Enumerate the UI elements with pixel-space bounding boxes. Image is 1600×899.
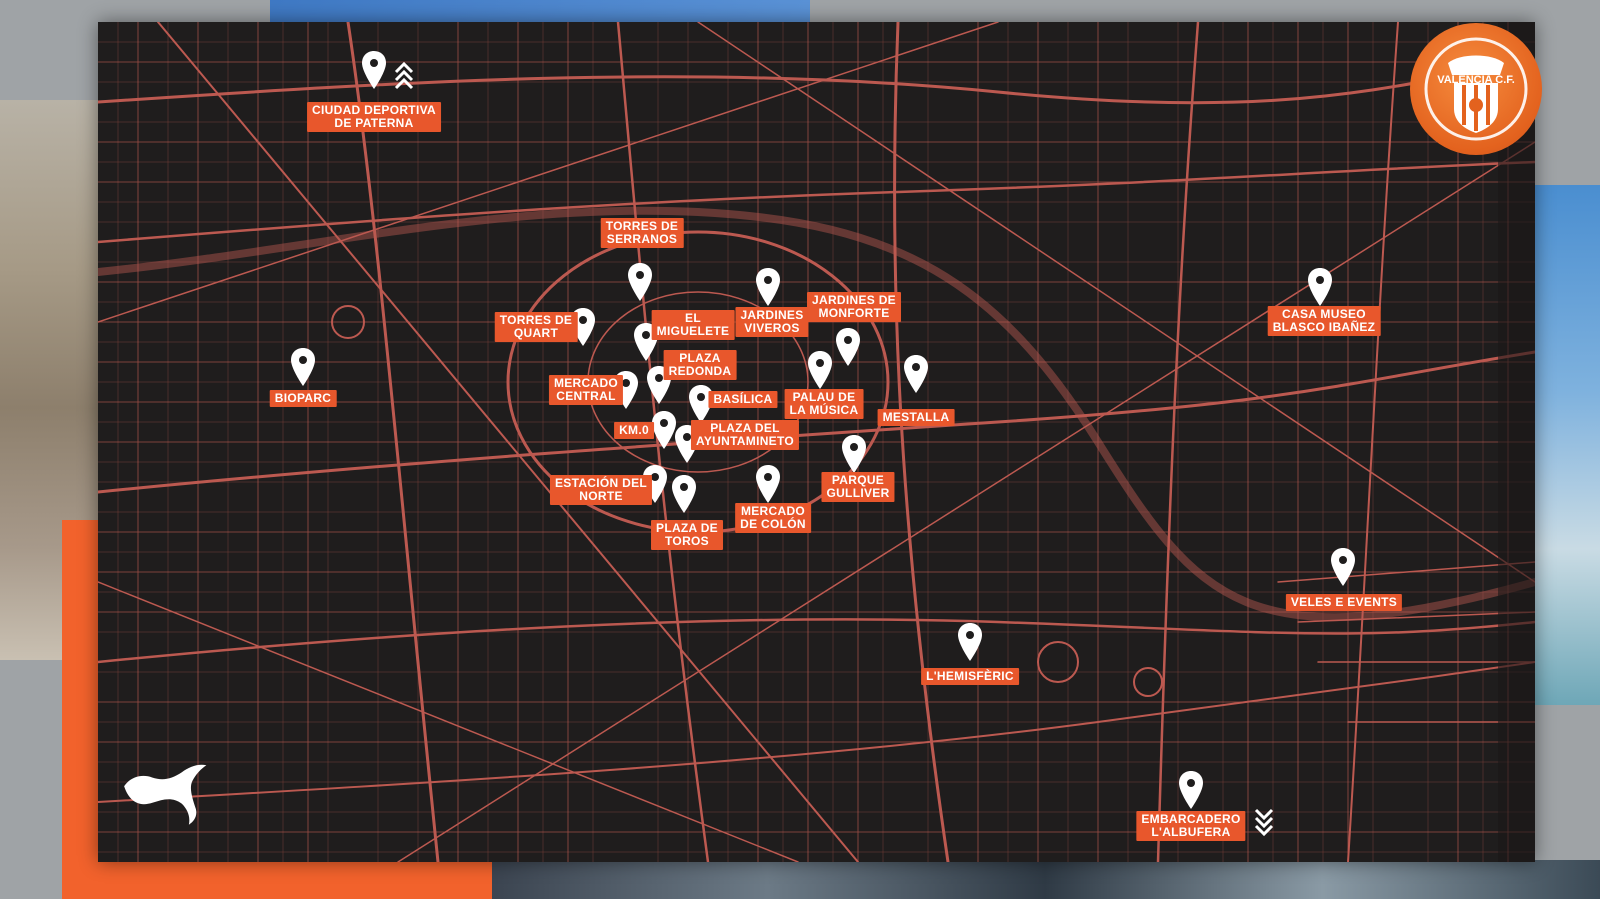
map-pin-icon[interactable] (289, 347, 317, 387)
location-label-basilica[interactable]: BASÍLICA (708, 391, 778, 408)
city-map: CIUDAD DEPORTIVA DE PATERNA TORRES DE SE… (98, 22, 1535, 862)
location-label-bioparc[interactable]: BIOPARC (269, 390, 337, 407)
puma-logo-icon (124, 764, 207, 825)
crest-emblem (1424, 37, 1528, 141)
location-label-mercado-colon[interactable]: MERCADO DE COLÓN (735, 503, 811, 533)
location-label-palau-musica[interactable]: PALAU DE LA MÚSICA (784, 389, 864, 419)
location-label-veles-events[interactable]: VELES E EVENTS (1285, 594, 1403, 611)
valencia-crest-icon (1410, 23, 1542, 155)
location-label-miguelete[interactable]: EL MIGUELETE (651, 310, 735, 340)
location-label-torres-quart[interactable]: TORRES DE QUART (494, 312, 578, 342)
map-pin-icon[interactable] (754, 267, 782, 307)
orange-accent-band-bottom (62, 858, 492, 899)
crest-text: VALENCIA C.F. (1437, 74, 1515, 86)
orange-accent-band (62, 520, 98, 899)
background-photo-bottom (490, 860, 1600, 899)
location-label-jardines-monforte[interactable]: JARDINES DE MONFORTE (807, 292, 901, 322)
map-pin-icon[interactable] (626, 262, 654, 302)
location-label-jardines-viveros[interactable]: JARDINES VIVEROS (735, 307, 809, 337)
map-pin-icon[interactable] (670, 474, 698, 514)
map-pin-icon[interactable] (902, 354, 930, 394)
location-label-hemisferic[interactable]: L'HEMISFÈRIC (921, 668, 1019, 685)
location-label-paterna[interactable]: CIUDAD DEPORTIVA DE PATERNA (307, 102, 441, 132)
map-pin-icon[interactable] (840, 434, 868, 474)
street-network (98, 22, 1535, 862)
location-label-plaza-redonda[interactable]: PLAZA REDONDA (663, 350, 737, 380)
location-label-plaza-toros[interactable]: PLAZA DE TOROS (651, 520, 723, 550)
location-label-mercado-central[interactable]: MERCADO CENTRAL (548, 375, 624, 405)
map-pin-icon[interactable] (1306, 267, 1334, 307)
map-pin-icon[interactable] (956, 622, 984, 662)
location-label-plaza-ayuntamiento[interactable]: PLAZA DEL AYUNTAMINETO (690, 420, 800, 450)
location-label-embarcadero[interactable]: EMBARCADERO L'ALBUFERA (1136, 811, 1246, 841)
chevrons-down-icon (1254, 808, 1274, 837)
location-label-estacion-norte[interactable]: ESTACIÓN DEL NORTE (549, 475, 653, 505)
map-pin-icon[interactable] (806, 350, 834, 390)
location-label-km0[interactable]: KM.0 (614, 422, 654, 439)
location-label-casa-museo[interactable]: CASA MUSEO BLASCO IBAÑEZ (1267, 306, 1381, 336)
chevrons-up-icon (394, 61, 414, 90)
location-label-mestalla[interactable]: MESTALLA (877, 409, 955, 426)
location-label-torres-serranos[interactable]: TORRES DE SERRANOS (600, 218, 684, 248)
map-pin-icon[interactable] (754, 464, 782, 504)
map-pin-icon[interactable] (1329, 547, 1357, 587)
map-pin-icon[interactable] (1177, 770, 1205, 810)
map-pin-icon[interactable] (360, 50, 388, 90)
map-pin-icon[interactable] (834, 327, 862, 367)
location-label-parque-gulliver[interactable]: PARQUE GULLIVER (821, 472, 895, 502)
